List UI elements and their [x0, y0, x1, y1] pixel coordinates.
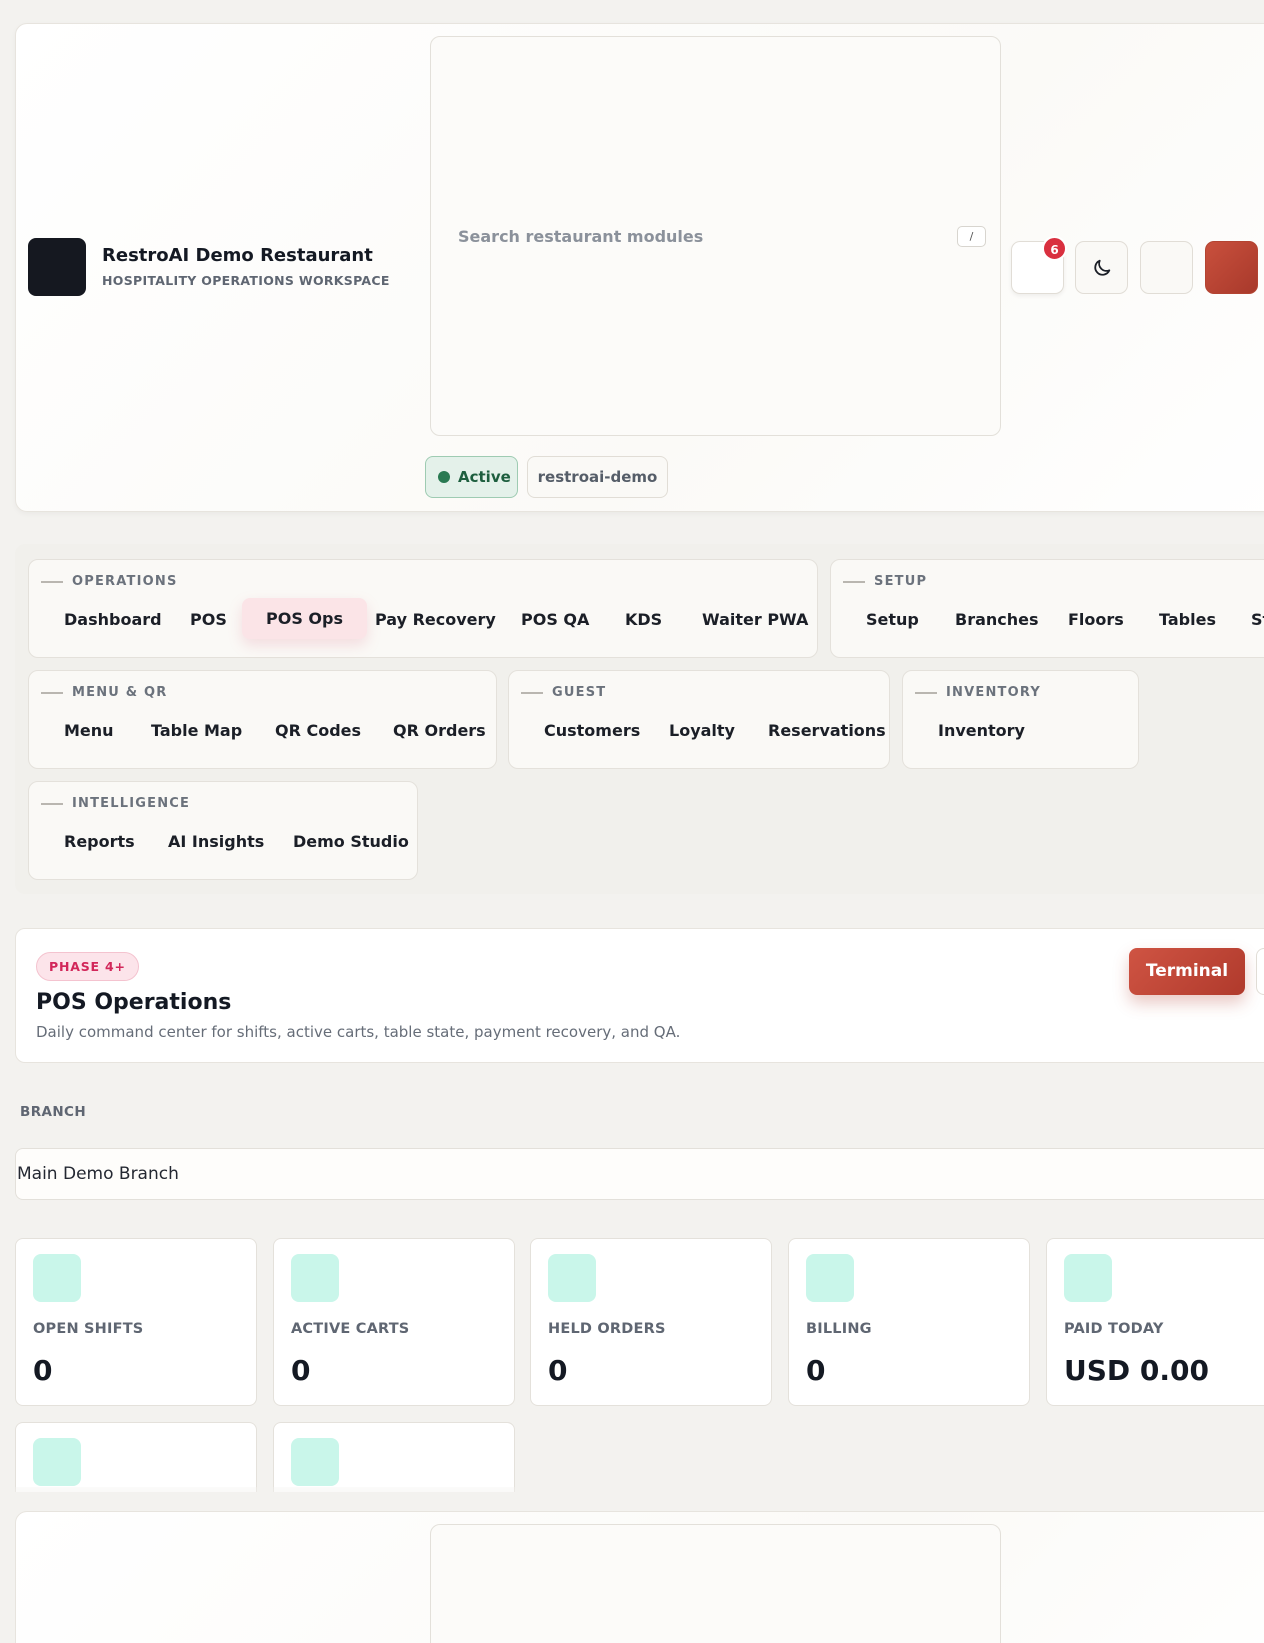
stat-icon	[1064, 1254, 1112, 1302]
nav-item-kds[interactable]: KDS	[625, 610, 662, 629]
nav-group-title: SETUP	[843, 574, 927, 589]
settings-button[interactable]	[1140, 241, 1193, 294]
stat-label: ACTIVE CARTS	[291, 1321, 410, 1337]
nav-item-inventory[interactable]: Inventory	[938, 721, 1025, 740]
nav-group-title: INTELLIGENCE	[41, 796, 190, 811]
branch-label: BRANCH	[20, 1104, 87, 1120]
terminal-button[interactable]: Terminal	[1129, 948, 1245, 995]
stat-label: PAID TODAY	[1064, 1321, 1164, 1337]
tenant-slug: restroai-demo	[537, 468, 658, 486]
brand-subtitle: HOSPITALITY OPERATIONS WORKSPACE	[102, 273, 390, 288]
nav-item-reservations[interactable]: Reservations	[768, 721, 886, 740]
nav-group-title: INVENTORY	[915, 685, 1041, 700]
page-title: POS Operations	[36, 990, 232, 1015]
stat-card	[273, 1422, 515, 1492]
nav-item-table-map[interactable]: Table Map	[151, 721, 242, 740]
stat-label: OPEN SHIFTS	[33, 1321, 144, 1337]
page-description: Daily command center for shifts, active …	[36, 1023, 681, 1041]
nav-item-menu[interactable]: Menu	[64, 721, 114, 740]
nav-item-pos[interactable]: POS	[190, 610, 227, 629]
stat-label: HELD ORDERS	[548, 1321, 666, 1337]
branch-select[interactable]: Main Demo Branch	[15, 1148, 1264, 1200]
stat-card-active-carts: ACTIVE CARTS 0	[273, 1238, 515, 1406]
search-shortcut-key: /	[957, 226, 986, 247]
stat-icon	[291, 1254, 339, 1302]
moon-icon	[1093, 259, 1110, 276]
nav-group-setup: SETUP Setup Branches Floors Tables St	[830, 559, 1264, 658]
stat-value: 0	[291, 1354, 311, 1387]
nav-item-floors[interactable]: Floors	[1068, 610, 1124, 629]
stat-label: BILLING	[806, 1321, 872, 1337]
profile-button[interactable]	[1205, 241, 1258, 294]
status-badge: Active	[425, 456, 518, 498]
nav-group-intelligence: INTELLIGENCE Reports AI Insights Demo St…	[28, 781, 418, 880]
stat-card-open-shifts: OPEN SHIFTS 0	[15, 1238, 257, 1406]
nav-item-pos-qa[interactable]: POS QA	[521, 610, 589, 629]
stat-icon	[548, 1254, 596, 1302]
stat-card-held-orders: HELD ORDERS 0	[530, 1238, 772, 1406]
stat-card-paid-today: PAID TODAY USD 0.00	[1046, 1238, 1264, 1406]
stat-value: 0	[33, 1354, 53, 1387]
nav-group-title: OPERATIONS	[41, 574, 178, 589]
nav-item-loyalty[interactable]: Loyalty	[669, 721, 735, 740]
content-fade	[0, 1487, 1264, 1509]
notification-count-badge: 6	[1042, 236, 1067, 261]
status-dot-icon	[438, 471, 450, 483]
stat-value: 0	[548, 1354, 568, 1387]
nav-item-qr-orders[interactable]: QR Orders	[393, 721, 486, 740]
nav-item-customers[interactable]: Customers	[544, 721, 640, 740]
tenant-slug-chip: restroai-demo	[527, 456, 668, 498]
stat-card	[15, 1422, 257, 1492]
nav-item-pay-recovery[interactable]: Pay Recovery	[375, 610, 496, 629]
search-input-repeat[interactable]	[430, 1524, 1001, 1643]
nav-group-title: GUEST	[521, 685, 606, 700]
stat-icon	[291, 1438, 339, 1486]
nav-item-ai-insights[interactable]: AI Insights	[168, 832, 264, 851]
brand-title: RestroAI Demo Restaurant	[102, 245, 373, 266]
theme-toggle-button[interactable]	[1075, 241, 1128, 294]
secondary-action-button[interactable]	[1256, 948, 1264, 995]
nav-item-branches[interactable]: Branches	[955, 610, 1039, 629]
nav-group-title: MENU & QR	[41, 685, 168, 700]
nav-group-inventory: INVENTORY Inventory	[902, 670, 1139, 769]
restaurant-logo	[28, 238, 86, 296]
nav-item-reports[interactable]: Reports	[64, 832, 135, 851]
nav-item-dashboard[interactable]: Dashboard	[64, 610, 162, 629]
nav-item-tables[interactable]: Tables	[1159, 610, 1216, 629]
nav-item-staff[interactable]: St	[1251, 610, 1264, 629]
status-label: Active	[458, 468, 511, 486]
nav-group-menu-qr: MENU & QR Menu Table Map QR Codes QR Ord…	[28, 670, 497, 769]
phase-badge: PHASE 4+	[36, 952, 139, 981]
nav-group-operations: OPERATIONS Dashboard POS POS Ops Pay Rec…	[28, 559, 818, 658]
stat-value: 0	[806, 1354, 826, 1387]
stat-value: USD 0.00	[1064, 1354, 1209, 1387]
nav-item-qr-codes[interactable]: QR Codes	[275, 721, 361, 740]
nav-item-waiter-pwa[interactable]: Waiter PWA	[702, 610, 808, 629]
stat-icon	[33, 1254, 81, 1302]
stat-icon	[33, 1438, 81, 1486]
nav-item-setup[interactable]: Setup	[866, 610, 919, 629]
nav-group-guest: GUEST Customers Loyalty Reservations	[508, 670, 890, 769]
nav-item-demo-studio[interactable]: Demo Studio	[293, 832, 409, 851]
stat-card-billing: BILLING 0	[788, 1238, 1030, 1406]
stat-icon	[806, 1254, 854, 1302]
nav-item-pos-ops[interactable]: POS Ops	[242, 598, 367, 639]
search-placeholder: Search restaurant modules	[458, 227, 704, 246]
